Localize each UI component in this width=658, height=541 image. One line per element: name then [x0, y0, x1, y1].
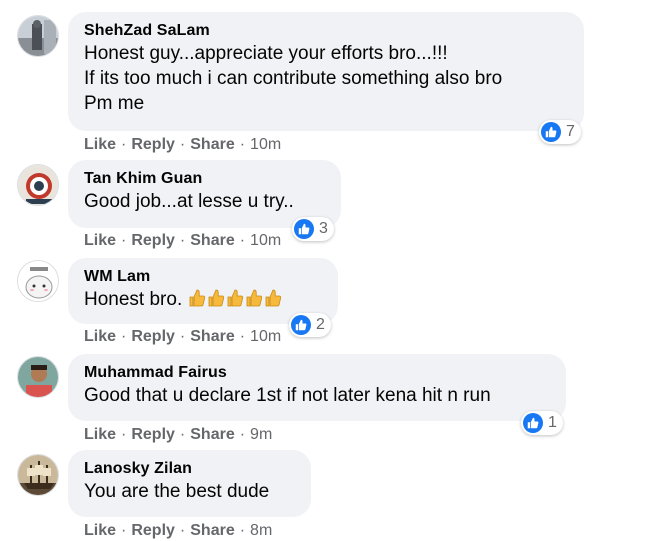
comment-timestamp[interactable]: 10m	[250, 328, 281, 345]
thumbs-up-emoji	[208, 289, 225, 307]
separator: ·	[121, 522, 127, 539]
comment-actions: Like · Reply · Share · 10m	[84, 327, 281, 347]
comment-timestamp[interactable]: 10m	[250, 136, 281, 153]
comment-text-line: You are the best dude	[84, 481, 270, 502]
like-button[interactable]: Like	[84, 522, 116, 539]
thumbs-up-emoji	[189, 289, 206, 307]
comment-text-line: Honest guy...appreciate your efforts bro…	[84, 43, 448, 64]
reply-button[interactable]: Reply	[131, 522, 175, 539]
reaction-summary[interactable]: 2	[289, 313, 331, 337]
share-button[interactable]: Share	[190, 232, 234, 249]
avatar[interactable]	[17, 164, 59, 206]
comment-actions: Like · Reply · Share · 9m	[84, 425, 272, 445]
comment-bubble: ShehZad SaLam Honest guy...appreciate yo…	[68, 12, 584, 131]
separator: ·	[239, 426, 246, 443]
separator: ·	[121, 328, 127, 345]
like-button[interactable]: Like	[84, 136, 116, 153]
separator: ·	[239, 328, 246, 345]
share-button[interactable]: Share	[190, 136, 234, 153]
avatar[interactable]	[17, 260, 59, 302]
comment-author[interactable]: Muhammad Fairus	[84, 363, 550, 383]
avatar[interactable]	[17, 15, 59, 57]
comment-timestamp[interactable]: 10m	[250, 232, 281, 249]
avatar[interactable]	[17, 356, 59, 398]
reaction-count: 7	[566, 123, 575, 140]
reply-button[interactable]: Reply	[131, 136, 175, 153]
avatar[interactable]	[17, 454, 59, 496]
comment-bubble: Lanosky Zilan You are the best dude	[68, 450, 311, 517]
separator: ·	[239, 522, 246, 539]
share-button[interactable]: Share	[190, 426, 234, 443]
reaction-count: 1	[548, 414, 557, 431]
separator: ·	[179, 328, 186, 345]
comment-author[interactable]: Tan Khim Guan	[84, 169, 325, 189]
thumbs-up-emoji	[265, 289, 282, 307]
comment-author[interactable]: WM Lam	[84, 267, 322, 287]
reaction-summary[interactable]: 3	[292, 217, 334, 241]
separator: ·	[121, 426, 127, 443]
reply-button[interactable]: Reply	[131, 232, 175, 249]
share-button[interactable]: Share	[190, 522, 234, 539]
reaction-count: 2	[316, 316, 325, 333]
separator: ·	[121, 136, 127, 153]
share-button[interactable]: Share	[190, 328, 234, 345]
like-button[interactable]: Like	[84, 328, 116, 345]
thumbs-up-emoji	[227, 289, 244, 307]
separator: ·	[239, 136, 246, 153]
separator: ·	[179, 522, 186, 539]
thumbs-up-emoji	[246, 289, 263, 307]
comment-author[interactable]: ShehZad SaLam	[84, 21, 568, 41]
separator: ·	[121, 232, 127, 249]
like-button[interactable]: Like	[84, 426, 116, 443]
separator: ·	[179, 136, 186, 153]
comment-text-line: Good that u declare 1st if not later ken…	[84, 385, 491, 406]
thumbs-up-emoji-group	[188, 288, 283, 315]
like-icon	[294, 219, 314, 239]
comment-timestamp[interactable]: 9m	[250, 426, 272, 443]
comment-actions: Like · Reply · Share · 10m	[84, 135, 281, 155]
separator: ·	[179, 426, 186, 443]
comment-actions: Like · Reply · Share · 8m	[84, 521, 272, 541]
comment-timestamp[interactable]: 8m	[250, 522, 272, 539]
comment-text-line: If its too much i can contribute somethi…	[84, 68, 503, 89]
like-button[interactable]: Like	[84, 232, 116, 249]
reaction-count: 3	[319, 220, 328, 237]
separator: ·	[179, 232, 186, 249]
comment-text-line: Honest bro.	[84, 287, 322, 315]
like-icon	[291, 315, 311, 335]
like-icon	[523, 413, 543, 433]
comment-bubble: Muhammad Fairus Good that u declare 1st …	[68, 354, 566, 421]
comment-text: Honest bro.	[84, 289, 183, 310]
like-icon	[541, 122, 561, 142]
comment-text-line: Good job...at lesse u try..	[84, 191, 294, 212]
separator: ·	[239, 232, 246, 249]
comment-text-line: Pm me	[84, 93, 145, 114]
comment-author[interactable]: Lanosky Zilan	[84, 459, 295, 479]
reply-button[interactable]: Reply	[131, 328, 175, 345]
reply-button[interactable]: Reply	[131, 426, 175, 443]
reaction-summary[interactable]: 7	[539, 120, 581, 144]
reaction-summary[interactable]: 1	[521, 411, 563, 435]
comment-actions: Like · Reply · Share · 10m	[84, 231, 281, 251]
